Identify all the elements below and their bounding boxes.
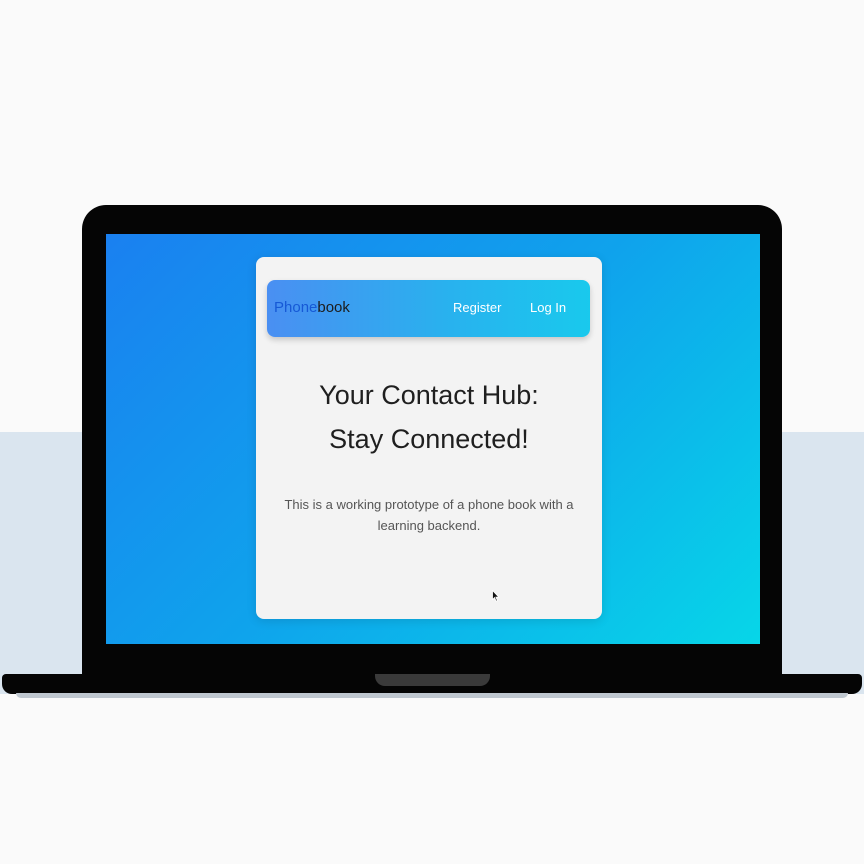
brand-logo[interactable]: Phonebook <box>274 299 350 317</box>
page-title: Your Contact Hub: Stay Connected! <box>256 373 602 461</box>
navbar: Phonebook Register Log In <box>267 280 590 337</box>
brand-logo-part1: Phone <box>274 299 318 316</box>
page-description: This is a working prototype of a phone b… <box>284 497 574 533</box>
laptop-screen: Phonebook Register Log In Your Contact H… <box>106 234 760 644</box>
brand-logo-part2: book <box>317 299 350 316</box>
app-card: Phonebook Register Log In Your Contact H… <box>256 257 602 619</box>
login-link[interactable]: Log In <box>530 300 566 316</box>
laptop-base-shadow <box>16 693 848 698</box>
mockup-stage: Phonebook Register Log In Your Contact H… <box>0 0 864 864</box>
mouse-pointer-icon <box>492 590 500 602</box>
laptop-notch <box>375 674 490 686</box>
page-title-line1: Your Contact Hub: <box>319 380 539 410</box>
page-title-line2: Stay Connected! <box>329 424 529 454</box>
register-link[interactable]: Register <box>453 300 501 316</box>
